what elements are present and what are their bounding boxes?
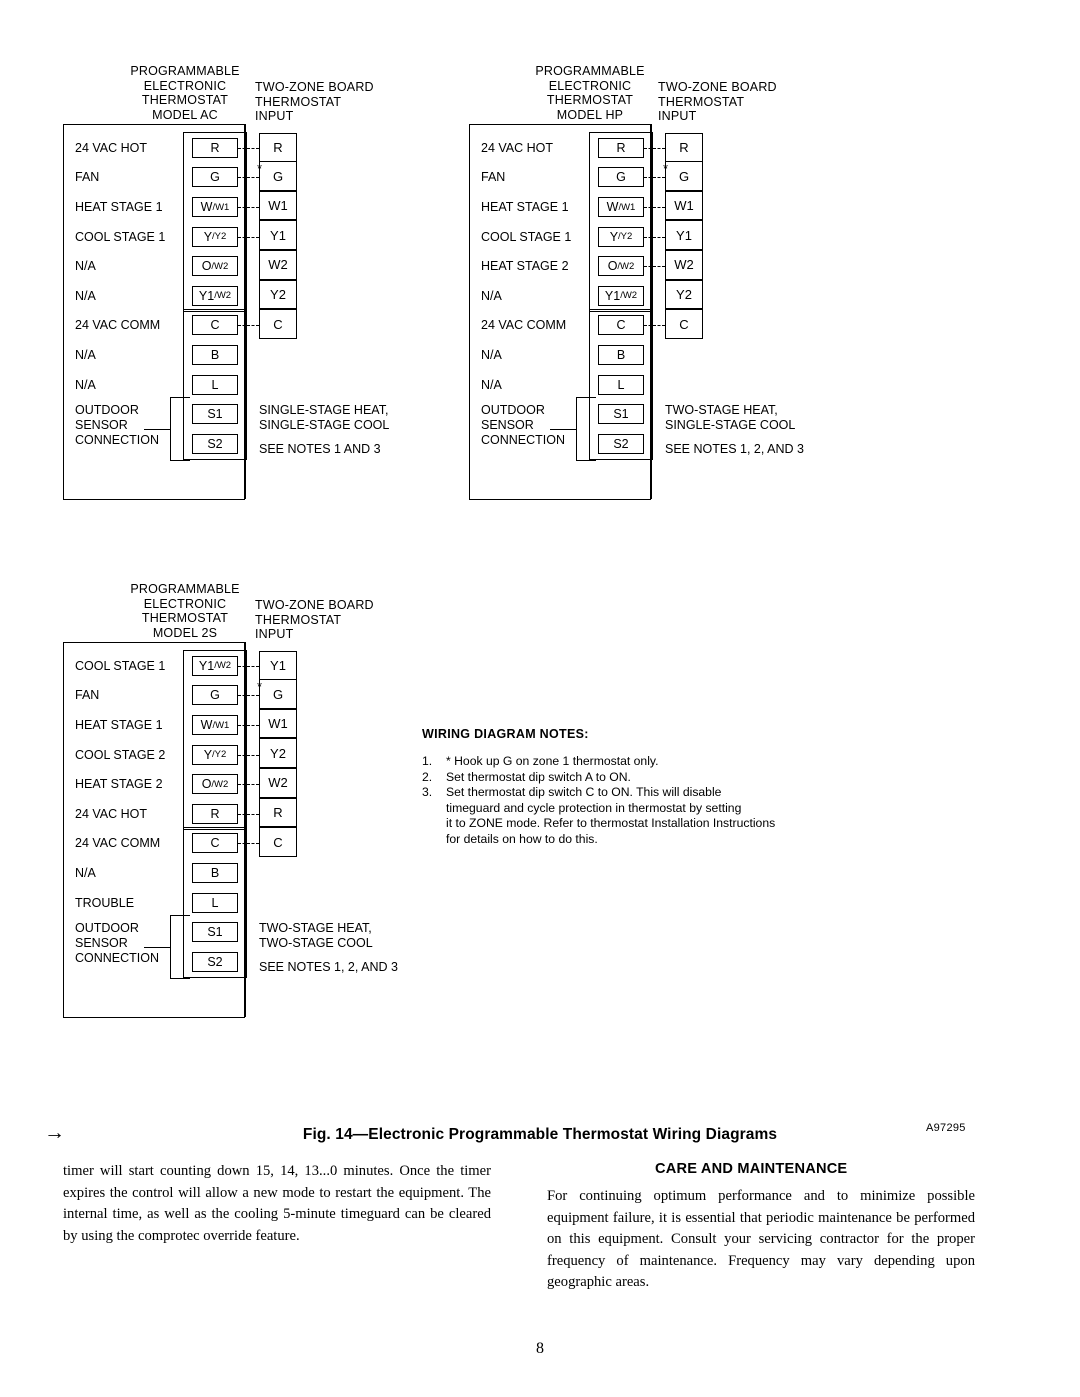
terminal-sub-label: /W1 xyxy=(212,719,230,731)
figure-caption: Fig. 14—Electronic Programmable Thermost… xyxy=(302,1126,778,1143)
row-label-model-2s-8: TROUBLE xyxy=(75,895,135,910)
page-number: 8 xyxy=(536,1340,544,1357)
terminal-main-label: S2 xyxy=(207,954,223,969)
wiring-note-number-1: 1. xyxy=(422,754,433,768)
terminal-main-label: C xyxy=(210,836,220,851)
terminal-main-label: L xyxy=(211,895,219,910)
terminal-main-label: B xyxy=(210,866,220,880)
wire-model-2s-5 xyxy=(238,813,259,815)
board-input-cell-y2-model-2s: Y2 xyxy=(259,738,297,768)
board-input-cell-g-model-2s: G xyxy=(259,679,297,709)
row-label-model-2s-5: 24 VAC HOT xyxy=(75,806,148,821)
board-input-cell-r-model-2s: R xyxy=(259,797,297,828)
body-left-column: timer will start counting down 15, 14, 1… xyxy=(63,1163,491,1244)
terminal-group-upper-model-2s xyxy=(183,649,247,830)
diagram-header-board-model-2s: TWO-ZONE BOARD THERMOSTAT INPUT xyxy=(255,598,374,642)
terminal-main-label: O xyxy=(201,777,212,792)
row-label-model-2s-2: HEAT STAGE 1 xyxy=(75,718,163,732)
wire-model-2s-0 xyxy=(238,665,259,667)
row-label-model-2s-6: 24 VAC COMM xyxy=(75,836,161,851)
wiring-note-text-1: * Hook up G on zone 1 thermostat only. xyxy=(446,754,659,768)
row-label-model-2s-0: COOL STAGE 1 xyxy=(75,658,166,673)
diagram-header-thermostat-model-2s: PROGRAMMABLE ELECTRONIC THERMOSTAT MODEL… xyxy=(130,582,240,640)
terminal-sub-label: /W2 xyxy=(211,778,229,790)
terminal-main-label: Y xyxy=(203,747,213,762)
thermostat-terminal-w-w1-model-2s: W/W1 xyxy=(192,715,238,735)
board-input-cell-w2-model-2s: W2 xyxy=(259,768,297,798)
wiring-note-text-2: Set thermostat dip switch A to ON. xyxy=(446,769,631,784)
document-page: PROGRAMMABLE ELECTRONIC THERMOSTAT MODEL… xyxy=(0,0,1080,1397)
care-and-maintenance-heading: CARE AND MAINTENANCE xyxy=(655,1161,848,1177)
board-input-cell-y1-model-2s: Y1 xyxy=(259,651,297,681)
thermostat-terminal-o-w2-model-2s: O/W2 xyxy=(192,774,238,795)
terminal-main-label: S1 xyxy=(207,925,223,940)
thermostat-terminal-s1-model-2s: S1 xyxy=(192,922,238,943)
thermostat-terminal-g-model-2s: G xyxy=(192,685,238,706)
terminal-sub-label: /W2 xyxy=(214,660,232,672)
terminal-main-label: Y1 xyxy=(198,658,215,673)
thermostat-terminal-l-model-2s: L xyxy=(192,892,238,913)
wire-model-2s-3 xyxy=(238,754,259,756)
thermostat-terminal-y-y2-model-2s: Y/Y2 xyxy=(192,744,238,765)
terminal-main-label: R xyxy=(210,806,220,821)
thermostat-terminal-s2-model-2s: S2 xyxy=(192,951,238,972)
wiring-note-text-3: Set thermostat dip switch C to ON. This … xyxy=(446,785,776,846)
terminal-sub-label: /Y2 xyxy=(212,749,227,761)
wiring-note-number-3: 3. xyxy=(422,785,433,800)
wire-model-2s-1 xyxy=(238,695,259,697)
row-label-model-2s-3: COOL STAGE 2 xyxy=(75,747,166,762)
terminal-main-label: G xyxy=(210,688,220,703)
row-label-model-2s-4: HEAT STAGE 2 xyxy=(75,777,163,792)
board-input-cell-c-model-2s: C xyxy=(259,827,297,857)
body-right-column: For continuing optimum performance and t… xyxy=(547,1188,975,1290)
see-notes-text-model-2s: SEE NOTES 1, 2, AND 3 xyxy=(259,960,398,974)
terminal-main-label: W xyxy=(200,718,213,732)
outdoor-sensor-bracket-model-2s xyxy=(170,915,190,979)
outdoor-sensor-label-model-2s: OUTDOOR SENSOR CONNECTION xyxy=(75,921,160,966)
wire-asterisk-model-2s-1: * xyxy=(257,679,263,695)
wiring-note-number-2: 2. xyxy=(422,769,433,784)
capability-text-model-2s: TWO-STAGE HEAT, TWO-STAGE COOL xyxy=(259,921,373,951)
wire-model-2s-4 xyxy=(238,784,259,786)
wire-model-2s-6 xyxy=(238,843,259,845)
wiring-notes-title: WIRING DIAGRAM NOTES: xyxy=(422,727,589,741)
thermostat-terminal-b-model-2s: B xyxy=(192,863,238,883)
thermostat-terminal-y1-w2-model-2s: Y1/W2 xyxy=(192,655,238,676)
figure-code: A97295 xyxy=(926,1122,966,1134)
board-input-cell-w1-model-2s: W1 xyxy=(259,708,297,739)
thermostat-terminal-c-model-2s: C xyxy=(192,833,238,854)
row-label-model-2s-7: N/A xyxy=(75,866,96,880)
row-label-model-2s-1: FAN xyxy=(75,688,100,703)
thermostat-terminal-r-model-2s: R xyxy=(192,803,238,824)
wire-model-2s-2 xyxy=(238,725,259,726)
